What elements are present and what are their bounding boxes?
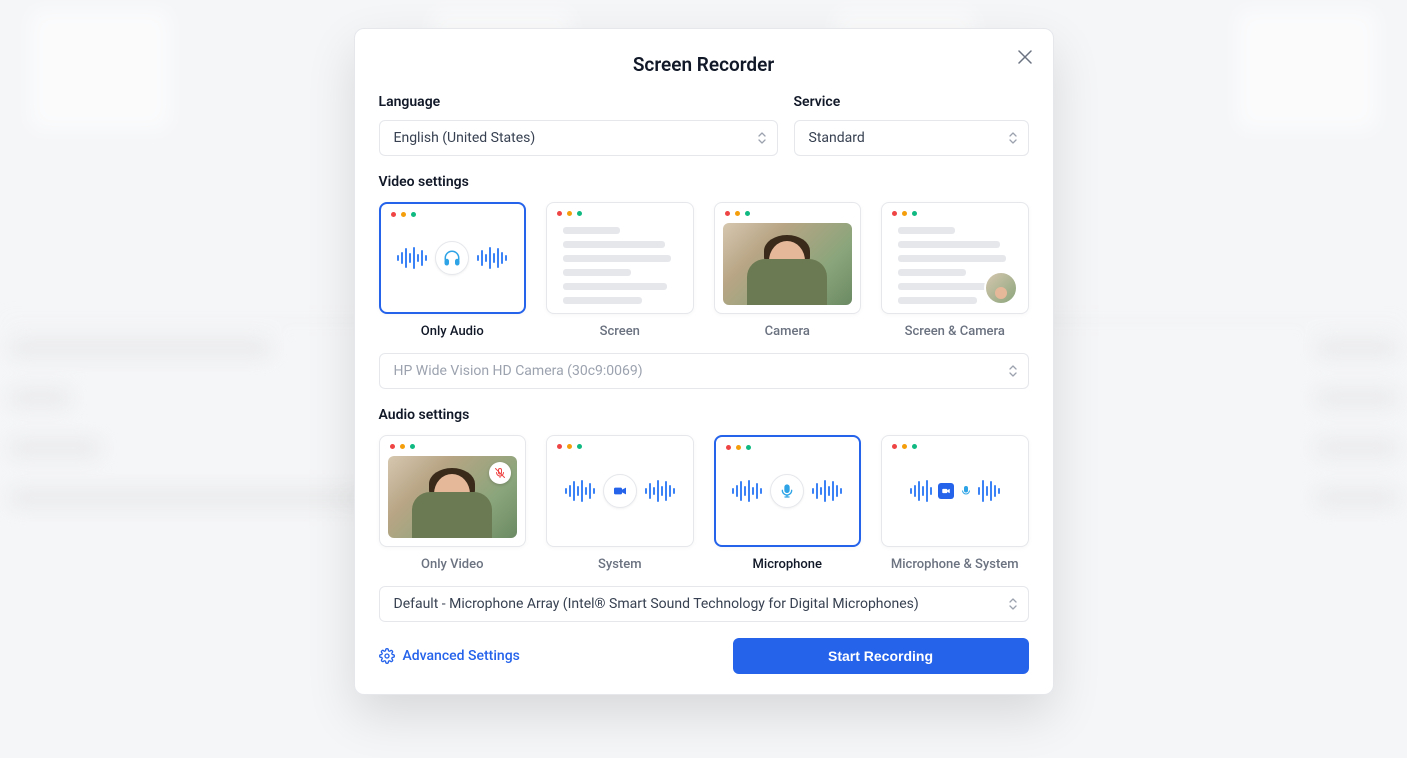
language-label: Language <box>379 94 778 110</box>
window-dots-icon <box>725 211 750 216</box>
window-dots-icon <box>391 212 416 217</box>
window-dots-icon <box>892 444 917 449</box>
service-value: Standard <box>809 130 865 146</box>
camera-overlay-avatar <box>984 271 1018 305</box>
microphone-icon <box>770 474 804 508</box>
window-dots-icon <box>557 444 582 449</box>
audio-option-only-video[interactable]: Only Video <box>379 435 527 572</box>
microphone-icon <box>960 484 972 498</box>
mic-muted-icon <box>489 462 511 484</box>
advanced-settings-link[interactable]: Advanced Settings <box>379 648 520 664</box>
waveform-icon <box>397 247 427 269</box>
chevron-updown-icon <box>1008 131 1018 145</box>
waveform-icon <box>732 480 762 502</box>
document-lines-icon <box>563 227 677 304</box>
camera-device-select[interactable]: HP Wide Vision HD Camera (30c9:0069) <box>379 353 1029 389</box>
video-option-screen-camera[interactable]: Screen & Camera <box>881 202 1029 339</box>
microphone-device-value: Default - Microphone Array (Intel® Smart… <box>394 596 919 612</box>
waveform-icon <box>812 480 842 502</box>
window-dots-icon <box>892 211 917 216</box>
window-dots-icon <box>557 211 582 216</box>
microphone-device-select[interactable]: Default - Microphone Array (Intel® Smart… <box>379 586 1029 622</box>
video-camera-icon <box>938 483 954 499</box>
audio-settings-label: Audio settings <box>379 407 1029 423</box>
video-option-label: Screen & Camera <box>905 324 1005 339</box>
language-value: English (United States) <box>394 130 536 146</box>
window-dots-icon <box>726 445 751 450</box>
chevron-updown-icon <box>1008 364 1018 378</box>
video-camera-icon <box>603 474 637 508</box>
service-label: Service <box>794 94 1029 110</box>
language-select[interactable]: English (United States) <box>379 120 778 156</box>
video-options: Only Audio Screen Camera <box>379 202 1029 339</box>
top-selects-row: Language English (United States) Service… <box>379 94 1029 156</box>
chevron-updown-icon <box>757 131 767 145</box>
audio-option-system[interactable]: System <box>546 435 694 572</box>
screen-recorder-modal: Screen Recorder Language English (United… <box>354 28 1054 695</box>
video-option-label: Only Audio <box>421 324 484 339</box>
advanced-settings-label: Advanced Settings <box>403 648 520 664</box>
audio-option-mic-system[interactable]: Microphone & System <box>881 435 1029 572</box>
window-dots-icon <box>390 444 415 449</box>
close-icon <box>1018 50 1032 64</box>
audio-option-label: Microphone & System <box>891 557 1019 572</box>
video-option-screen[interactable]: Screen <box>546 202 694 339</box>
audio-option-label: Only Video <box>421 557 483 572</box>
headphones-icon <box>435 241 469 275</box>
gear-icon <box>379 648 395 664</box>
video-option-label: Camera <box>765 324 810 339</box>
video-option-camera[interactable]: Camera <box>714 202 862 339</box>
waveform-icon <box>910 480 932 502</box>
camera-device-value: HP Wide Vision HD Camera (30c9:0069) <box>394 363 643 379</box>
waveform-icon <box>978 480 1000 502</box>
camera-preview-placeholder <box>723 223 853 305</box>
audio-options: Only Video System <box>379 435 1029 572</box>
video-option-only-audio[interactable]: Only Audio <box>379 202 527 339</box>
modal-footer: Advanced Settings Start Recording <box>379 638 1029 674</box>
video-option-label: Screen <box>600 324 640 339</box>
modal-title: Screen Recorder <box>379 53 1029 76</box>
chevron-updown-icon <box>1008 597 1018 611</box>
waveform-icon <box>645 480 675 502</box>
start-recording-button[interactable]: Start Recording <box>733 638 1029 674</box>
close-button[interactable] <box>1011 43 1039 71</box>
audio-option-microphone[interactable]: Microphone <box>714 435 862 572</box>
modal-overlay: Screen Recorder Language English (United… <box>0 0 1407 758</box>
waveform-icon <box>565 480 595 502</box>
audio-option-label: Microphone <box>753 557 822 572</box>
waveform-icon <box>477 247 507 269</box>
video-settings-label: Video settings <box>379 174 1029 190</box>
service-select[interactable]: Standard <box>794 120 1029 156</box>
audio-option-label: System <box>598 557 642 572</box>
